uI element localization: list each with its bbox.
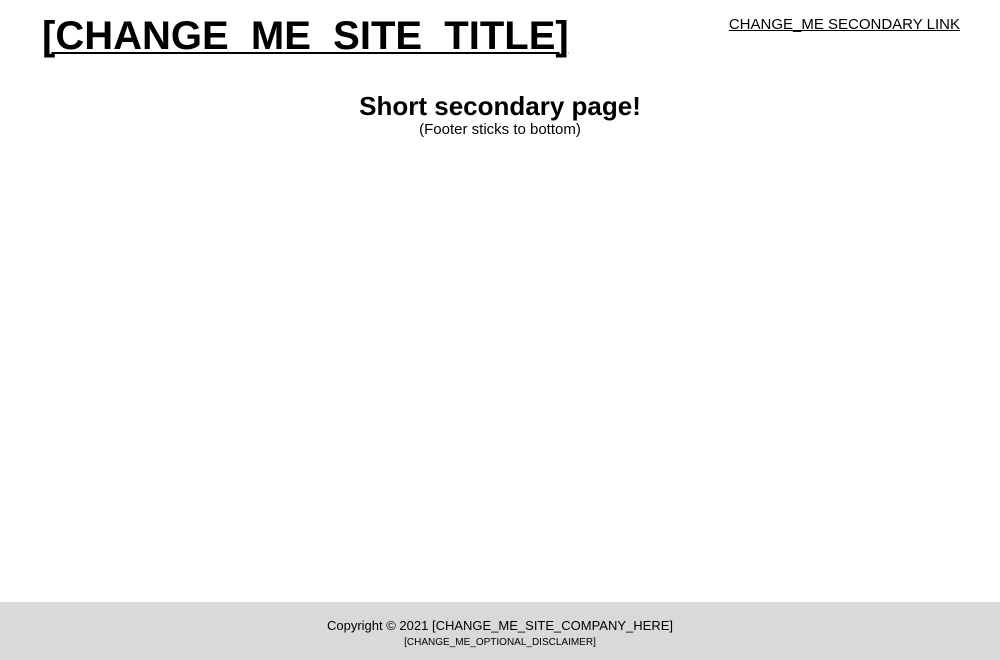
page-subtext: (Footer sticks to bottom) [419, 121, 581, 138]
secondary-nav-link[interactable]: CHANGE_ME SECONDARY LINK [729, 16, 960, 34]
site-header: [CHANGE_ME_SITE_TITLE] CHANGE_ME SECONDA… [0, 0, 1000, 72]
page-heading: Short secondary page! [359, 91, 641, 121]
site-footer: Copyright © 2021 [CHANGE_ME_SITE_COMPANY… [0, 602, 1000, 660]
site-title-link[interactable]: [CHANGE_ME_SITE_TITLE] [42, 13, 569, 59]
page: [CHANGE_ME_SITE_TITLE] CHANGE_ME SECONDA… [0, 0, 1000, 660]
footer-disclaimer: [CHANGE_ME_OPTIONAL_DISCLAIMER] [404, 637, 596, 648]
footer-copyright: Copyright © 2021 [CHANGE_ME_SITE_COMPANY… [326, 618, 673, 633]
main-content: Short secondary page! (Footer sticks to … [0, 72, 1000, 602]
